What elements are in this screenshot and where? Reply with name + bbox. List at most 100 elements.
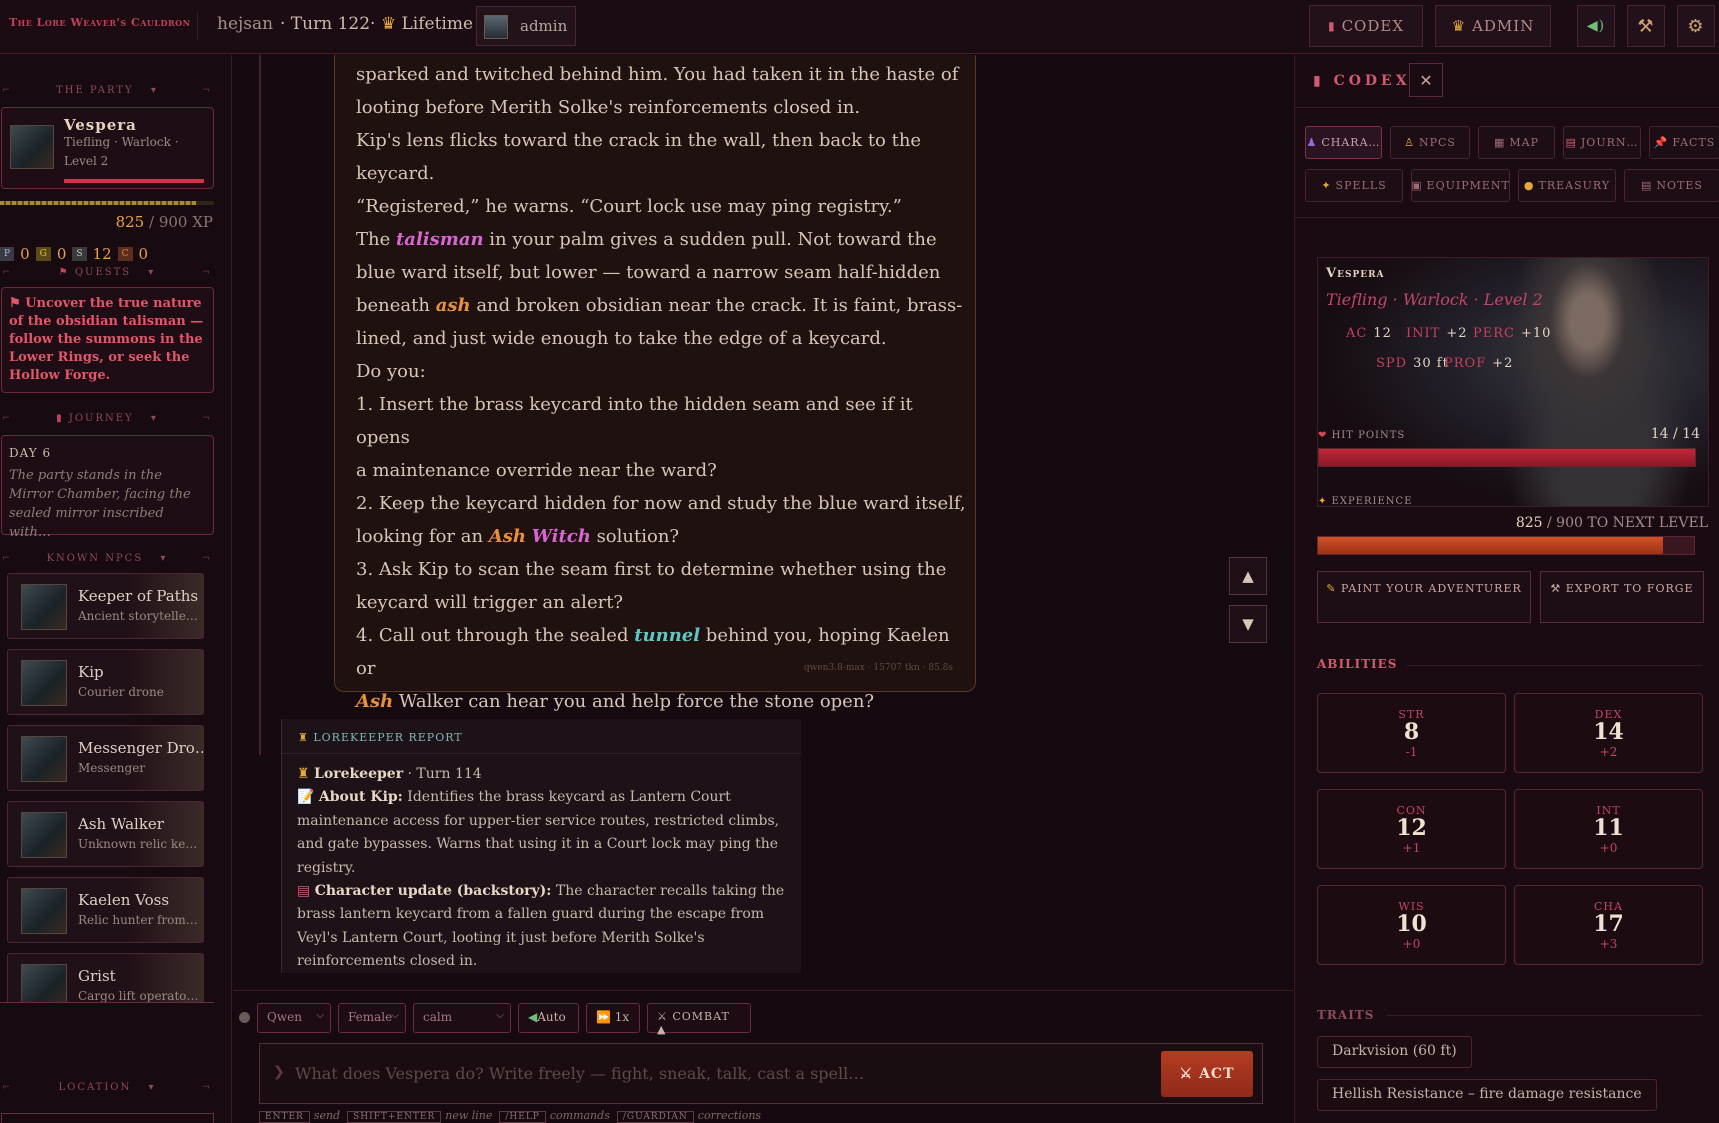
admin-button[interactable]: ♛ ADMIN (1435, 5, 1551, 47)
tab-treasury[interactable]: ● TREASURY (1518, 169, 1616, 202)
location-section-header[interactable]: ⌐ LOCATION ▾ ¬ (0, 1082, 214, 1098)
action-input[interactable] (295, 1060, 1115, 1086)
auto-toggle[interactable]: ◀Auto (518, 1003, 579, 1033)
keyword-witch[interactable]: Witch (532, 526, 591, 547)
sound-icon[interactable]: ◀) (1577, 5, 1615, 47)
list-item[interactable]: Ash Walker Unknown relic ke… (7, 801, 204, 867)
coin-g-badge: G (35, 247, 51, 261)
paint-adventurer-button[interactable]: ✎ PAINT YOUR ADVENTURER (1317, 571, 1531, 623)
message-meta: qwen3.8-max · 15707 tkn · 85.8s (803, 663, 953, 673)
tools-icon[interactable]: ⚒ (1627, 5, 1665, 47)
model-select[interactable]: Qwen ⌵ (257, 1003, 331, 1033)
lorekeeper-report: ♜ LOREKEEPER REPORT ♜ Lorekeeper · Turn … (281, 719, 802, 973)
flag-icon: ⚑ (9, 296, 26, 311)
coin-s-badge: S (72, 247, 87, 261)
scroll-up-button[interactable]: ▲ (1229, 557, 1267, 595)
report-text: ♜ Lorekeeper · Turn 114 📝 About Kip: Ide… (297, 766, 785, 970)
party-section-header[interactable]: ⌐ THE PARTY ▾ ¬ (0, 85, 214, 101)
keyword-ash[interactable]: ash (436, 295, 471, 316)
coin-g-value: 0 (56, 245, 67, 263)
owl-icon: ♜ (297, 766, 315, 782)
npc-name: Kaelen Voss (78, 891, 170, 909)
tab-spells[interactable]: ✦ SPELLS (1305, 169, 1403, 202)
app-logo[interactable]: The Lore Weaver's Cauldron (9, 16, 190, 29)
npcs-section-header[interactable]: ⌐ KNOWN NPCS ▾ ¬ (0, 553, 214, 569)
note-icon: ▤ (1641, 179, 1653, 192)
ability-str: STR 8 -1 (1317, 693, 1506, 773)
gear-icon[interactable]: ⚙ (1677, 5, 1715, 47)
turn-text: · Turn 122· (280, 14, 376, 34)
export-forge-button[interactable]: ⚒ EXPORT TO FORGE (1540, 571, 1704, 623)
combat-toggle[interactable]: ⚔ COMBAT ▲ (647, 1003, 751, 1036)
ability-con: CON 12 +1 (1317, 789, 1506, 869)
voice-select[interactable]: Female ⌵ (338, 1003, 406, 1033)
list-item[interactable]: Kip Courier drone (7, 649, 204, 715)
hero-name: Vespera (64, 116, 137, 134)
hero-card[interactable]: Vespera Tiefling · Warlock · Level 2 (1, 107, 214, 189)
keyword-tunnel[interactable]: tunnel (634, 625, 700, 646)
map-icon: ▦ (1493, 136, 1506, 149)
hp-label: ❤ HIT POINTS (1318, 430, 1406, 441)
left-sidebar: ⌐ THE PARTY ▾ ¬ Vespera Tiefling · Warlock… (0, 55, 232, 1123)
admin-chip[interactable]: admin (476, 6, 576, 46)
traits-divider (1387, 1015, 1702, 1016)
journal-icon: ▤ (1565, 136, 1577, 149)
npc-portrait (21, 736, 67, 782)
list-item[interactable]: Kaelen Voss Relic hunter from… (7, 877, 204, 943)
codex-button[interactable]: ▮ CODEX (1309, 5, 1423, 47)
coin-icon: ● (1523, 179, 1535, 192)
list-item[interactable]: Messenger Dro… Messenger (7, 725, 204, 791)
scroll-down-button[interactable]: ▼ (1229, 605, 1267, 643)
coin-s-value: 12 (92, 245, 112, 263)
list-item[interactable]: Keeper of Paths Ancient storytelle… (7, 573, 204, 639)
turn-counter: · Turn 122· ♛ Lifetime (280, 14, 473, 34)
palette-icon: ✎ (1326, 582, 1341, 595)
journey-section-header[interactable]: ⌐ ▮ JOURNEY ▾ ¬ (0, 413, 214, 429)
pin-icon: 📌 (1653, 136, 1669, 149)
tab-journal[interactable]: ▤ JOURN… (1563, 126, 1641, 159)
keyword-ash[interactable]: Ash (489, 526, 526, 547)
act-button[interactable]: ⚔ ACT (1161, 1051, 1253, 1097)
tone-select[interactable]: calm ⌵ (413, 1003, 511, 1033)
character-sheet: Vespera Tiefling · Warlock · Level 2 AC 1… (1317, 257, 1709, 507)
abilities-divider (1407, 665, 1702, 666)
speed-toggle[interactable]: ⏩ 1x (586, 1003, 640, 1033)
journey-card[interactable]: DAY 6 The party stands in the Mirror Cha… (1, 435, 214, 540)
quest-card[interactable]: ⚑ Uncover the true nature of the obsidia… (1, 287, 214, 393)
report-header: ♜ LOREKEEPER REPORT (298, 731, 463, 744)
mask-icon: ♟ (1306, 136, 1318, 149)
character-subtitle: Tiefling · Warlock · Level 2 (1326, 290, 1543, 309)
arrow-up-icon: ▲ (1242, 567, 1254, 585)
chevron-right-icon: ❯ (273, 1064, 285, 1080)
keyword-talisman[interactable]: talisman (396, 229, 484, 250)
arrow-down-icon: ▼ (1242, 615, 1254, 633)
keyword-ash[interactable]: Ash (356, 691, 393, 712)
journey-day: DAY 6 (9, 446, 52, 460)
quests-section-header[interactable]: ⌐ ⚑ QUESTS ▾ ¬ (0, 267, 214, 283)
top-bar: The Lore Weaver's Cauldron hejsan · Turn… (0, 0, 1719, 54)
list-item[interactable]: Grist Cargo lift operato… (7, 953, 204, 1002)
close-icon[interactable]: ✕ (1409, 63, 1443, 97)
tab-character[interactable]: ♟ CHARA… (1305, 126, 1382, 159)
codex-xp-bar (1317, 536, 1695, 555)
trait-chip: Darkvision (60 ft) (1317, 1036, 1472, 1068)
npc-desc: Unknown relic ke… (78, 837, 198, 851)
npc-portrait (21, 584, 67, 630)
lifetime-label: Lifetime (401, 14, 474, 34)
npc-portrait (21, 660, 67, 706)
fast-forward-icon: ⏩ (596, 1010, 615, 1024)
keyboard-hints: ENTER send SHIFT+ENTER new line /HELP comma… (259, 1109, 761, 1123)
tab-npcs[interactable]: ♙ NPCS (1390, 126, 1470, 159)
avatar (484, 15, 508, 39)
crossed-swords-icon: ⚔ (657, 1010, 673, 1023)
tab-notes[interactable]: ▤ NOTES (1624, 169, 1719, 202)
coin-c-value: 0 (138, 245, 149, 263)
narrator-message: sparked and twitched behind him. You had… (334, 55, 976, 712)
divider (197, 12, 198, 40)
tab-map[interactable]: ▦ MAP (1478, 126, 1555, 159)
hp-bar (1318, 448, 1696, 467)
tab-facts[interactable]: 📌 FACTS (1649, 126, 1719, 159)
tab-equipment[interactable]: ▣ EQUIPMENT (1411, 169, 1510, 202)
hero-portrait (10, 125, 54, 169)
npc-name: Kip (78, 663, 104, 681)
